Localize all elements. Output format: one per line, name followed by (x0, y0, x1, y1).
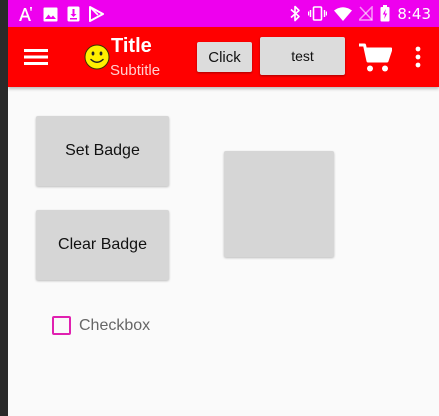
checkbox-label: Checkbox (79, 316, 151, 334)
status-bar: 8:43 (8, 0, 439, 27)
checkbox[interactable]: Checkbox (52, 316, 150, 335)
toolbar-title: Title (111, 35, 152, 57)
shopping-cart-icon[interactable] (358, 43, 392, 73)
wifi-icon (334, 6, 353, 21)
smiley-face-icon (84, 44, 110, 70)
more-options-icon[interactable] (410, 45, 426, 69)
toolbar-subtitle: Subtitle (110, 62, 161, 79)
download-icon (67, 6, 80, 22)
set-badge-button[interactable]: Set Badge (36, 116, 169, 186)
play-store-icon (89, 6, 104, 22)
click-button[interactable]: Click (197, 42, 252, 72)
vibrate-icon (308, 6, 328, 21)
hamburger-menu-icon[interactable] (22, 43, 50, 71)
test-button[interactable]: test (260, 37, 345, 75)
checkbox-box[interactable] (52, 316, 71, 335)
phone-screen: 8:43 Title Subtitle Click test Set Badge… (8, 0, 439, 416)
badge-target-view (224, 151, 334, 257)
battery-icon (380, 5, 390, 22)
app-bar: Title Subtitle Click test (8, 27, 439, 87)
a-font-icon (19, 7, 32, 21)
bluetooth-icon (290, 5, 301, 22)
clear-badge-button[interactable]: Clear Badge (36, 210, 169, 280)
status-time: 8:43 (397, 4, 431, 23)
no-sim-icon (359, 6, 374, 21)
image-icon (43, 7, 58, 21)
